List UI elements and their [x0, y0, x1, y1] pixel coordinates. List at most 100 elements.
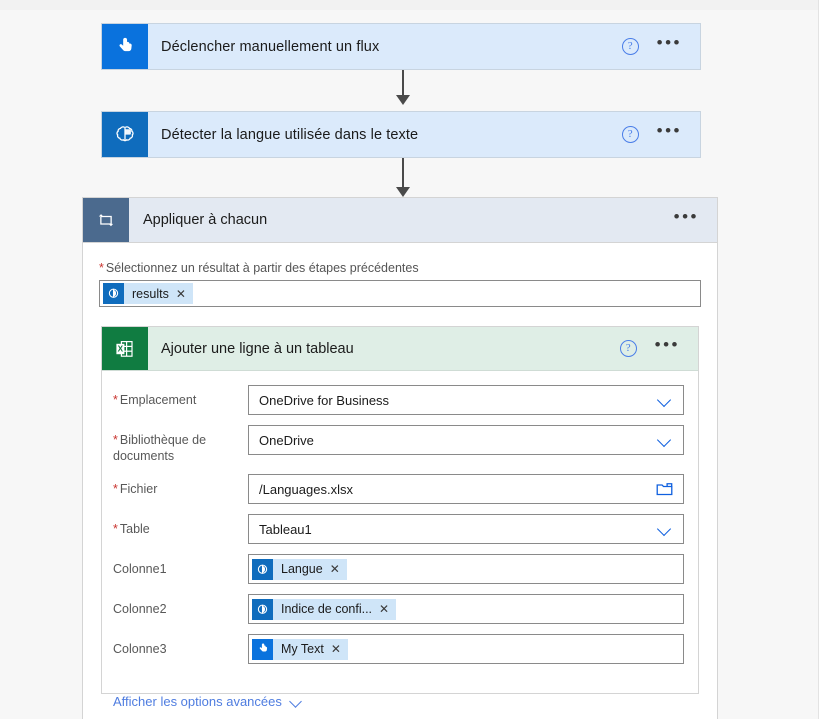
token-my-text[interactable]: My Text ✕: [252, 638, 348, 660]
overflow-menu-icon[interactable]: •••: [655, 336, 680, 356]
token-langue[interactable]: Langue ✕: [252, 558, 347, 580]
add-row-to-table-card: X Ajouter une ligne à un tableau ? ••• *…: [101, 326, 699, 709]
token-remove-icon[interactable]: ✕: [331, 642, 341, 656]
token-label: Indice de confi...: [281, 602, 373, 616]
detect-language-card[interactable]: Détecter la langue utilisée dans le text…: [101, 111, 701, 158]
field-label-table: * Table: [113, 514, 248, 537]
trigger-card-actions: ? •••: [621, 24, 700, 69]
connector-arrow-2: [396, 158, 410, 198]
chevron-down-icon[interactable]: [290, 697, 303, 706]
colonne2-input[interactable]: Indice de confi... ✕: [248, 594, 684, 624]
add-row-title: Ajouter une ligne à un tableau: [161, 340, 354, 357]
required-marker: *: [113, 433, 118, 447]
detect-language-title: Détecter la langue utilisée dans le text…: [161, 126, 419, 143]
field-label-colonne1: Colonne1: [113, 562, 167, 576]
fichier-value: /Languages.xlsx: [259, 481, 353, 497]
token-remove-icon[interactable]: ✕: [330, 562, 340, 576]
field-control-emplacement: OneDrive for Business: [248, 385, 684, 415]
svg-text:X: X: [118, 344, 124, 353]
required-marker: *: [113, 393, 118, 407]
help-icon[interactable]: ?: [621, 38, 639, 55]
token-label-wrapper: Indice de confi... ✕: [273, 598, 397, 620]
chevron-down-icon[interactable]: [657, 435, 673, 445]
field-label-text: Table: [119, 522, 150, 536]
loop-icon: [83, 198, 129, 242]
help-icon[interactable]: ?: [619, 340, 637, 357]
emplacement-dropdown[interactable]: OneDrive for Business: [248, 385, 684, 415]
overflow-menu-icon[interactable]: •••: [674, 208, 699, 228]
token-label-wrapper: My Text ✕: [273, 638, 348, 660]
colonne3-input[interactable]: My Text ✕: [248, 634, 684, 664]
chevron-down-icon[interactable]: [657, 395, 673, 405]
emplacement-value: OneDrive for Business: [259, 392, 390, 408]
field-label-emplacement: * Emplacement: [113, 385, 248, 408]
top-strip: [0, 0, 839, 10]
token-label: Langue: [281, 562, 323, 576]
token-label: results: [132, 286, 169, 301]
advanced-options-toggle[interactable]: Afficher les options avancées: [102, 674, 698, 709]
overflow-menu-icon[interactable]: •••: [657, 34, 682, 54]
field-row-colonne3: Colonne3 My Text ✕: [113, 634, 684, 664]
field-row-colonne2: Colonne2 Indice de confi... ✕: [113, 594, 684, 624]
field-label-text: Bibliothèque de documents: [113, 433, 207, 463]
brain-icon: [103, 283, 124, 304]
bibliotheque-dropdown[interactable]: OneDrive: [248, 425, 684, 455]
brain-icon: [252, 558, 273, 580]
field-row-colonne1: Colonne1 Langue ✕: [113, 554, 684, 584]
advanced-options-link[interactable]: Afficher les options avancées: [113, 694, 282, 709]
brain-icon: [102, 112, 148, 157]
field-control-colonne3: My Text ✕: [248, 634, 684, 664]
token-remove-icon[interactable]: ✕: [379, 602, 389, 616]
apply-to-each-actions: •••: [674, 198, 717, 242]
apply-to-each-header[interactable]: Appliquer à chacun •••: [83, 198, 717, 243]
field-row-table: * Table Tableau1: [113, 514, 684, 544]
add-row-body: * Emplacement OneDrive for Business * Bibl…: [102, 371, 698, 664]
trigger-card[interactable]: Déclencher manuellement un flux ? •••: [101, 23, 701, 70]
field-label-colonne2: Colonne2: [113, 602, 167, 616]
token-label-wrapper: results ✕: [124, 283, 193, 304]
bibliotheque-value: OneDrive: [259, 432, 314, 448]
field-row-emplacement: * Emplacement OneDrive for Business: [113, 385, 684, 415]
colonne1-input[interactable]: Langue ✕: [248, 554, 684, 584]
table-dropdown[interactable]: Tableau1: [248, 514, 684, 544]
token-label-wrapper: Langue ✕: [273, 558, 347, 580]
field-label-text: Fichier: [119, 482, 158, 496]
field-row-bibliotheque: * Bibliothèque de documents OneDrive: [113, 425, 684, 464]
field-control-table: Tableau1: [248, 514, 684, 544]
folder-icon[interactable]: [656, 482, 673, 496]
add-row-header[interactable]: X Ajouter une ligne à un tableau ? •••: [102, 327, 698, 371]
token-indice-de-confiance[interactable]: Indice de confi... ✕: [252, 598, 397, 620]
apply-to-each-title: Appliquer à chacun: [143, 212, 268, 228]
field-label-fichier: * Fichier: [113, 474, 248, 497]
help-icon[interactable]: ?: [621, 126, 639, 143]
overflow-menu-icon[interactable]: •••: [657, 122, 682, 142]
field-control-fichier: /Languages.xlsx: [248, 474, 684, 504]
fichier-input[interactable]: /Languages.xlsx: [248, 474, 684, 504]
token-label: My Text: [281, 642, 324, 656]
required-marker: *: [113, 522, 118, 536]
select-output-label: * Sélectionnez un résultat à partir des é…: [99, 261, 701, 275]
select-output-input[interactable]: results ✕: [99, 280, 701, 307]
chevron-down-icon[interactable]: [657, 524, 673, 534]
detect-language-card-actions: ? •••: [621, 112, 700, 157]
table-value: Tableau1: [259, 521, 312, 537]
tap-hand-icon: [102, 24, 148, 69]
field-label-colonne3: Colonne3: [113, 642, 167, 656]
field-control-bibliotheque: OneDrive: [248, 425, 684, 455]
token-results[interactable]: results ✕: [103, 283, 193, 304]
brain-icon: [252, 598, 273, 620]
right-pane: [818, 0, 839, 719]
token-remove-icon[interactable]: ✕: [176, 287, 186, 301]
field-control-colonne1: Langue ✕: [248, 554, 684, 584]
add-row-actions: ? •••: [619, 327, 698, 370]
field-row-fichier: * Fichier /Languages.xlsx: [113, 474, 684, 504]
required-marker: *: [113, 482, 118, 496]
excel-icon: X: [102, 327, 148, 370]
field-label-bibliotheque: * Bibliothèque de documents: [113, 425, 248, 464]
field-control-colonne2: Indice de confi... ✕: [248, 594, 684, 624]
flow-designer-canvas: Déclencher manuellement un flux ? ••• Dé…: [0, 0, 839, 719]
select-output-label-text: Sélectionnez un résultat à partir des ét…: [105, 261, 419, 275]
field-label-text: Emplacement: [119, 393, 197, 407]
trigger-title: Déclencher manuellement un flux: [161, 38, 380, 55]
required-marker: *: [99, 261, 104, 275]
